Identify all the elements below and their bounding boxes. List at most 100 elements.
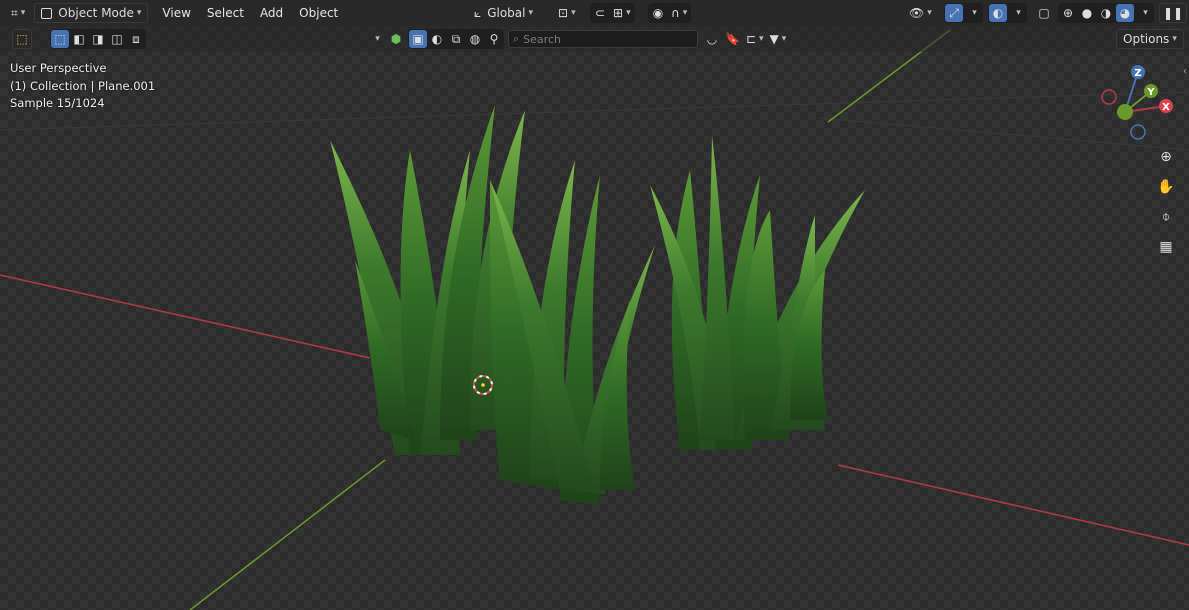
pivot-point-dropdown[interactable]: ⊡ ▾	[555, 3, 579, 23]
gizmo-toggle[interactable]: ⤢	[945, 4, 963, 22]
y-axis-line	[189, 459, 386, 610]
overlay-icon: ◐	[992, 6, 1004, 20]
mesh-icon: ▣	[412, 32, 424, 46]
transform-orientation-dropdown[interactable]: ⟀ Global ▾	[470, 3, 537, 23]
pause-icon: ❚❚	[1163, 6, 1184, 20]
falloff-curve-icon: ∩	[671, 6, 680, 20]
pivot-icon: ⊡	[558, 6, 569, 20]
asset-icon: ⚲	[489, 32, 499, 46]
options-dropdown[interactable]: Options ▾	[1116, 29, 1184, 49]
viewport-header: ⌗ ▾ Object Mode ▾ View Select Add Object ⟀…	[0, 0, 1189, 26]
select-invert-button[interactable]: ◫	[108, 30, 126, 48]
select-intersect-button[interactable]: ⧈	[127, 30, 145, 48]
x-axis-line	[837, 464, 1189, 546]
select-invert-icon: ◫	[111, 32, 123, 46]
shading-dropdown[interactable]: ▾	[1135, 4, 1153, 22]
bookmark-button[interactable]: 🔖	[722, 29, 743, 49]
xray-toggle[interactable]: ▢	[1034, 3, 1054, 23]
filter-world-button[interactable]: ◍	[466, 30, 484, 48]
menu-view[interactable]: View	[154, 3, 198, 23]
mode-dropdown[interactable]: Object Mode ▾	[34, 3, 149, 23]
magnet-icon: ⊂	[594, 6, 606, 20]
chevron-left-icon: ‹	[1183, 66, 1187, 77]
object-types-dropdown[interactable]: ▾	[366, 29, 386, 49]
sidebar-toggle[interactable]: ‹	[1183, 66, 1187, 77]
shading-group: ⊕ ● ◑ ◕ ▾	[1058, 3, 1154, 23]
overlay-group: ◐ ▾	[988, 3, 1027, 23]
search-field[interactable]: ⌕ Search	[508, 30, 698, 48]
select-intersect-icon: ⧈	[132, 31, 140, 46]
neg-z-axis-handle[interactable]	[1130, 124, 1146, 140]
select-tool-button[interactable]: ⬚	[12, 29, 32, 49]
axis-grid-icon: ⌗	[11, 5, 18, 20]
camera-icon: ⌽	[1161, 209, 1171, 225]
filter-dropdown[interactable]: ▼ ▾	[767, 29, 790, 49]
scene-canvas	[0, 29, 1189, 610]
3d-viewport[interactable]: ⌗ ▾ Object Mode ▾ View Select Add Object ⟀…	[0, 0, 1189, 610]
navigation-gizmo[interactable]: Z Y X	[1098, 62, 1178, 142]
select-box-icon: ⬚	[16, 32, 28, 46]
options-label: Options	[1123, 32, 1170, 46]
neg-y-axis-handle[interactable]	[1117, 104, 1133, 120]
z-axis-label: Z	[1134, 68, 1141, 79]
neg-x-axis-handle[interactable]	[1101, 89, 1117, 105]
texture-icon: ⧉	[451, 31, 461, 46]
material-icon: ◐	[431, 32, 443, 46]
x-axis-line	[0, 274, 371, 359]
perspective-toggle-button[interactable]: ▦	[1155, 236, 1177, 258]
filter-asset-button[interactable]: ⚲	[485, 30, 503, 48]
grid-line	[0, 91, 1189, 131]
funnel-icon: ▼	[769, 32, 779, 46]
proportional-edit-toggle[interactable]: ◉	[649, 4, 667, 22]
hierarchy-dropdown[interactable]: ⊏ ▾	[743, 29, 767, 49]
bookmark-icon: 🔖	[725, 32, 740, 46]
select-subtract-icon: ◨	[92, 32, 104, 46]
select-subtract-button[interactable]: ◨	[89, 30, 107, 48]
editor-type-button[interactable]: ⌗ ▾	[8, 3, 28, 23]
clear-search-button[interactable]: ◡	[702, 29, 722, 49]
overlay-toggle[interactable]: ◐	[989, 4, 1007, 22]
falloff-dropdown[interactable]: ∩ ▾	[668, 4, 690, 22]
visibility-dropdown[interactable]: 👁 ▾	[906, 3, 935, 23]
menu-select[interactable]: Select	[199, 3, 252, 23]
material-shading-button[interactable]: ◑	[1097, 4, 1115, 22]
select-new-icon: ⬚	[54, 32, 66, 46]
sample-info: Sample 15/1024	[10, 96, 105, 110]
eye-icon: 👁	[909, 6, 925, 20]
zoom-icon: ⊕	[1160, 149, 1172, 165]
snap-target-dropdown[interactable]: ⊞ ▾	[610, 4, 634, 22]
snap-grid-icon: ⊞	[613, 6, 624, 20]
grass-left-cluster	[330, 105, 655, 505]
filter-material-button[interactable]: ◐	[428, 30, 446, 48]
collection-info: (1) Collection | Plane.001	[10, 79, 156, 93]
wireframe-shading-button[interactable]: ⊕	[1059, 4, 1077, 22]
menu-add[interactable]: Add	[252, 3, 291, 23]
snap-group: ⊂ ⊞ ▾	[590, 3, 635, 23]
gizmo-dropdown[interactable]: ▾	[964, 4, 982, 22]
overlay-dropdown[interactable]: ▾	[1008, 4, 1026, 22]
snap-toggle[interactable]: ⊂	[591, 4, 609, 22]
xray-icon: ▢	[1038, 6, 1050, 20]
curve-icon: ◡	[706, 32, 718, 46]
rendered-shading-button[interactable]: ◕	[1116, 4, 1134, 22]
hierarchy-icon: ⊏	[745, 32, 757, 46]
hand-icon: ✋	[1157, 179, 1175, 195]
filter-mesh-button[interactable]: ▣	[409, 30, 427, 48]
filter-types-group: ▣ ◐ ⧉ ◍ ⚲	[408, 29, 504, 49]
filter-texture-button[interactable]: ⧉	[447, 30, 465, 48]
orientation-icon: ⟀	[474, 5, 482, 20]
zoom-button[interactable]: ⊕	[1155, 146, 1177, 168]
menu-object[interactable]: Object	[291, 3, 346, 23]
proportional-edit-group: ◉ ∩ ▾	[648, 3, 692, 23]
multicolor-cube-icon: ⬢	[390, 32, 402, 46]
select-extend-button[interactable]: ◧	[70, 30, 88, 48]
camera-view-button[interactable]: ⌽	[1155, 206, 1177, 228]
wireframe-sphere-icon: ⊕	[1062, 6, 1074, 20]
pause-render-button[interactable]: ❚❚	[1159, 3, 1188, 23]
pan-button[interactable]: ✋	[1155, 176, 1177, 198]
select-new-button[interactable]: ⬚	[51, 30, 69, 48]
solid-shading-button[interactable]: ●	[1078, 4, 1096, 22]
object-type-icon[interactable]: ⬢	[386, 29, 406, 49]
object-mode-icon	[41, 7, 53, 19]
gizmo-group: ⤢ ▾	[944, 3, 983, 23]
